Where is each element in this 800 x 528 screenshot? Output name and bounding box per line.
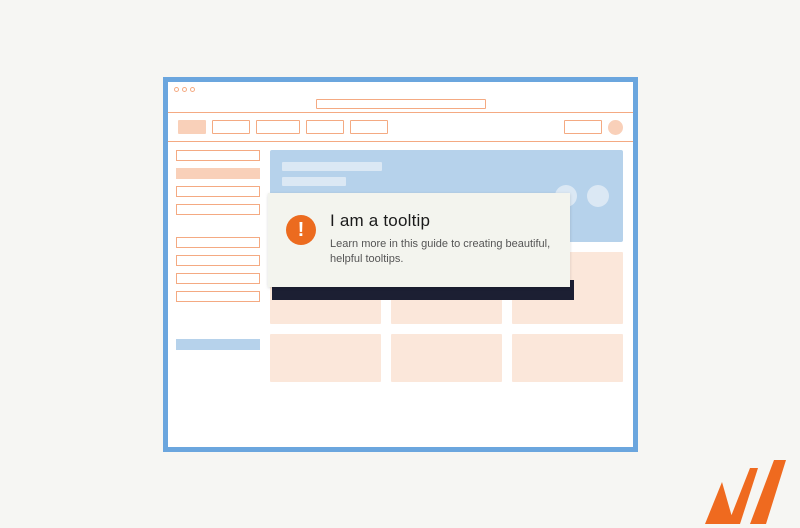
card-placeholder bbox=[391, 334, 502, 382]
sidebar-item bbox=[176, 150, 260, 161]
sidebar-item bbox=[176, 168, 260, 179]
toolbar-chip bbox=[178, 120, 206, 134]
toolbar-chip bbox=[212, 120, 250, 134]
card-row bbox=[270, 334, 623, 382]
tooltip-title: I am a tooltip bbox=[330, 211, 552, 231]
sidebar-item bbox=[176, 186, 260, 197]
alert-icon-glyph: ! bbox=[298, 219, 305, 242]
hero-line bbox=[282, 162, 382, 171]
hero-line bbox=[282, 177, 346, 186]
hero-circle bbox=[587, 185, 609, 207]
sidebar-item bbox=[176, 273, 260, 284]
sidebar-item bbox=[176, 204, 260, 215]
toolbar-chip bbox=[350, 120, 388, 134]
sidebar bbox=[168, 142, 268, 447]
toolbar-chip bbox=[306, 120, 344, 134]
sidebar-item bbox=[176, 255, 260, 266]
toolbar-chip bbox=[564, 120, 602, 134]
toolbar-chip bbox=[256, 120, 300, 134]
brand-logo bbox=[700, 458, 790, 528]
sidebar-item-active bbox=[176, 339, 260, 350]
tooltip-text: I am a tooltip Learn more in this guide … bbox=[330, 211, 552, 267]
window-control-dot bbox=[182, 87, 187, 92]
tooltip: ! I am a tooltip Learn more in this guid… bbox=[268, 193, 570, 287]
url-bar-row bbox=[168, 96, 633, 112]
sidebar-item bbox=[176, 237, 260, 248]
sidebar-item bbox=[176, 291, 260, 302]
alert-icon: ! bbox=[286, 215, 316, 245]
tooltip-description: Learn more in this guide to creating bea… bbox=[330, 237, 552, 267]
card-placeholder bbox=[270, 334, 381, 382]
window-control-dot bbox=[190, 87, 195, 92]
url-bar bbox=[316, 99, 486, 109]
card-placeholder bbox=[512, 334, 623, 382]
toolbar bbox=[168, 113, 633, 141]
window-control-dot bbox=[174, 87, 179, 92]
avatar-placeholder bbox=[608, 120, 623, 135]
window-titlebar bbox=[168, 82, 633, 96]
